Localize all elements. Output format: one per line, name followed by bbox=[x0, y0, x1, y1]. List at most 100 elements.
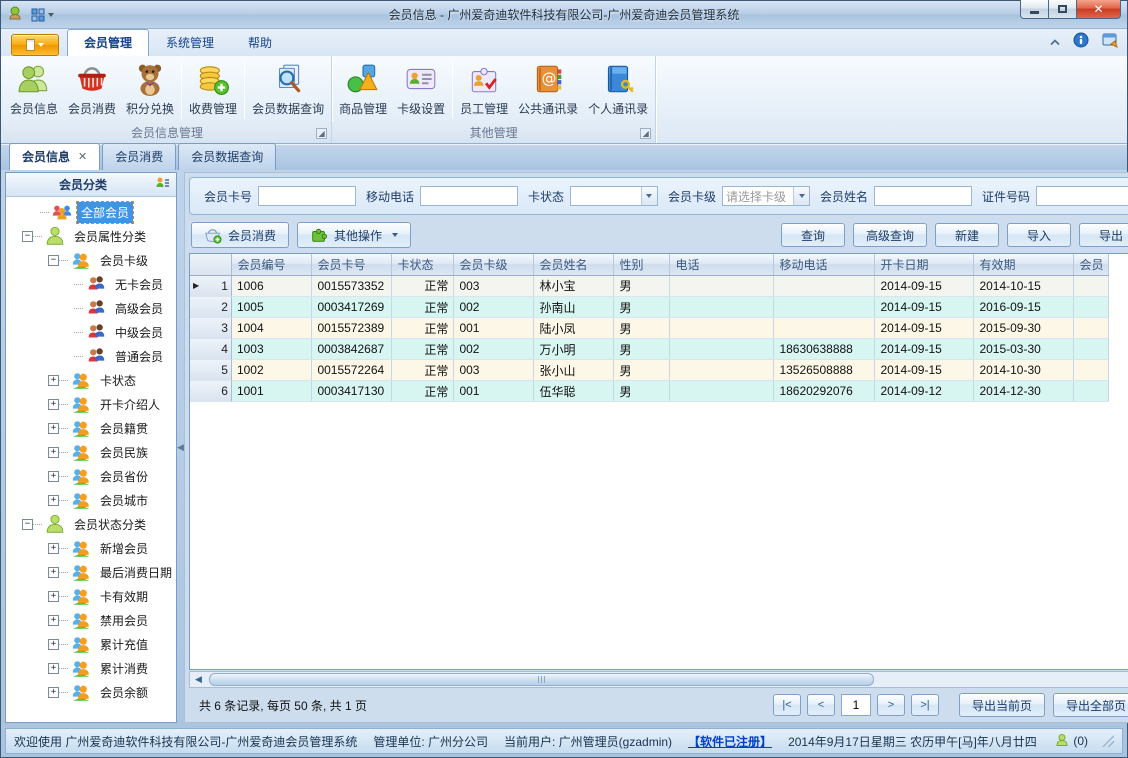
tree-expander-icon[interactable]: + bbox=[48, 662, 59, 674]
tree-item[interactable]: − 会员卡级 bbox=[6, 248, 176, 272]
export-button[interactable]: 导出 bbox=[1079, 223, 1128, 247]
tree-expander-icon[interactable]: + bbox=[48, 590, 59, 602]
tree-expander-icon[interactable]: + bbox=[48, 542, 59, 554]
tree-item[interactable]: + 累计充值 bbox=[6, 632, 176, 656]
column-header[interactable]: 会员卡号 bbox=[311, 254, 393, 276]
page-number-input[interactable] bbox=[841, 694, 871, 716]
collapse-sidebar-icon[interactable]: ◀ bbox=[177, 442, 184, 453]
table-row[interactable]: 2 1005 0003417269 正常 002 孙南山男 2014-09-15 2016-0… bbox=[189, 296, 1110, 318]
horizontal-scrollbar[interactable]: ◀ ▶ bbox=[188, 671, 1128, 688]
minimize-button[interactable] bbox=[1020, 0, 1049, 19]
tree-item[interactable]: + 卡有效期 bbox=[6, 584, 176, 608]
close-tab-icon[interactable]: ✕ bbox=[78, 150, 87, 163]
tree-item[interactable]: + 开卡介绍人 bbox=[6, 392, 176, 416]
fee-management-button[interactable]: 收费管理 bbox=[184, 58, 242, 122]
tree-item[interactable]: + 新增会员 bbox=[6, 536, 176, 560]
dialog-launcher-icon[interactable]: ◢ bbox=[640, 128, 652, 139]
tree-item[interactable]: + 会员余额 bbox=[6, 680, 176, 704]
tree-expander-icon[interactable]: + bbox=[48, 422, 59, 434]
last-page-button[interactable]: >| bbox=[911, 694, 939, 716]
consume-button[interactable]: 会员消费 bbox=[190, 222, 289, 248]
member-info-button[interactable]: 会员信息 bbox=[5, 58, 63, 122]
points-exchange-button[interactable]: 积分兑换 bbox=[121, 58, 179, 122]
export-all-pages-button[interactable]: 导出全部页 bbox=[1053, 693, 1128, 717]
public-contacts-button[interactable]: @ 公共通讯录 bbox=[513, 58, 583, 122]
tree-expander-icon[interactable]: + bbox=[48, 566, 59, 578]
tree-expander-icon[interactable]: + bbox=[48, 398, 59, 410]
application-menu-button[interactable] bbox=[11, 34, 59, 56]
card-level-select[interactable]: 请选择卡级 bbox=[722, 186, 810, 206]
tree-expander-icon[interactable]: + bbox=[48, 374, 59, 386]
tree-item[interactable]: − 会员状态分类 bbox=[6, 512, 176, 536]
tree-expander-icon[interactable]: + bbox=[48, 470, 59, 482]
dropdown-icon[interactable] bbox=[640, 187, 657, 205]
tree-expander-icon[interactable]: + bbox=[48, 494, 59, 506]
tree-expander-icon[interactable]: − bbox=[22, 518, 33, 530]
id-number-input[interactable] bbox=[1036, 186, 1128, 206]
card-status-select[interactable] bbox=[569, 186, 658, 206]
doc-tab-member-consume[interactable]: 会员消费 bbox=[102, 143, 177, 170]
personal-contacts-button[interactable]: 个人通讯录 bbox=[583, 58, 653, 122]
help-icon[interactable] bbox=[1101, 32, 1119, 51]
registered-link[interactable]: 【软件已注册】 bbox=[688, 733, 772, 750]
column-header[interactable]: 有效期 bbox=[973, 254, 1075, 276]
goods-management-button[interactable]: 商品管理 bbox=[334, 58, 392, 122]
advanced-query-button[interactable]: 高级查询 bbox=[853, 223, 928, 247]
table-row[interactable]: 5 1002 0015572264 正常 003 张小山男 13526508888 2014-… bbox=[189, 359, 1110, 381]
column-header[interactable]: 开卡日期 bbox=[874, 254, 975, 276]
tree-item[interactable]: + 会员民族 bbox=[6, 440, 176, 464]
column-header[interactable]: 电话 bbox=[669, 254, 775, 276]
next-page-button[interactable]: > bbox=[877, 694, 905, 716]
table-row[interactable]: 4 1003 0003842687 正常 002 万小明男 18630638888 2014-… bbox=[189, 338, 1110, 360]
column-header[interactable]: 会员编号 bbox=[231, 254, 313, 276]
column-header[interactable]: 会员姓名 bbox=[533, 254, 615, 276]
tree-expander-icon[interactable]: + bbox=[48, 446, 59, 458]
tree-item[interactable]: + 卡状态 bbox=[6, 368, 176, 392]
tab-member-management[interactable]: 会员管理 bbox=[67, 29, 150, 56]
column-header[interactable]: 会员卡级 bbox=[453, 254, 535, 276]
tree-item[interactable]: + 累计消费 bbox=[6, 656, 176, 680]
prev-page-button[interactable]: < bbox=[807, 694, 835, 716]
close-button[interactable]: ✕ bbox=[1077, 0, 1121, 19]
import-button[interactable]: 导入 bbox=[1007, 223, 1072, 247]
tab-system-management[interactable]: 系统管理 bbox=[149, 29, 231, 56]
mobile-phone-input[interactable] bbox=[419, 186, 518, 206]
tab-help[interactable]: 帮助 bbox=[231, 29, 289, 56]
table-row[interactable]: 3 1004 0015572389 正常 001 陆小凤男 2014-09-15 2015-0… bbox=[189, 317, 1110, 339]
tree-item[interactable]: + 最后消费日期 bbox=[6, 560, 176, 584]
staff-management-button[interactable]: 员工管理 bbox=[455, 58, 513, 122]
tree-item[interactable]: 高级会员 bbox=[6, 296, 176, 320]
doc-tab-member-info[interactable]: 会员信息 ✕ bbox=[9, 143, 101, 170]
query-button[interactable]: 查询 bbox=[781, 223, 846, 247]
tree-item[interactable]: 全部会员 bbox=[6, 200, 176, 224]
tree-item[interactable]: − 会员属性分类 bbox=[6, 224, 176, 248]
scroll-left-icon[interactable]: ◀ bbox=[190, 672, 207, 687]
other-operations-button[interactable]: 其他操作 bbox=[296, 222, 411, 248]
tree-expander-icon[interactable]: + bbox=[48, 614, 59, 626]
tree-expander-icon[interactable]: − bbox=[48, 254, 59, 266]
tree-item[interactable]: 中级会员 bbox=[6, 320, 176, 344]
info-icon[interactable] bbox=[1073, 32, 1089, 51]
scrollbar-thumb[interactable] bbox=[208, 673, 875, 686]
tree-item[interactable]: + 禁用会员 bbox=[6, 608, 176, 632]
member-card-no-input[interactable] bbox=[257, 186, 356, 206]
first-page-button[interactable]: |< bbox=[773, 694, 801, 716]
member-data-query-button[interactable]: 会员数据查询 bbox=[247, 58, 329, 122]
sidebar-splitter[interactable]: ◀ bbox=[177, 172, 184, 723]
card-level-settings-button[interactable]: 卡级设置 bbox=[392, 58, 450, 122]
tree-expander-icon[interactable]: + bbox=[48, 638, 59, 650]
export-current-page-button[interactable]: 导出当前页 bbox=[959, 693, 1046, 717]
column-header[interactable]: 会员 bbox=[1073, 254, 1110, 276]
quick-access-icon[interactable] bbox=[31, 8, 54, 22]
resize-grip[interactable] bbox=[1102, 735, 1114, 747]
tree-item[interactable]: + 会员城市 bbox=[6, 488, 176, 512]
tree-item[interactable]: + 会员籍贯 bbox=[6, 416, 176, 440]
member-consume-button[interactable]: 会员消费 bbox=[63, 58, 121, 122]
tree-item[interactable]: 普通会员 bbox=[6, 344, 176, 368]
column-header[interactable]: 卡状态 bbox=[391, 254, 455, 276]
table-row[interactable]: 6 1001 0003417130 正常 001 伍华聪男 18620292076 2014-… bbox=[189, 380, 1110, 402]
tree-item[interactable]: + 会员省份 bbox=[6, 464, 176, 488]
tree-expander-icon[interactable]: − bbox=[22, 230, 33, 242]
maximize-button[interactable] bbox=[1049, 0, 1077, 19]
doc-tab-member-data-query[interactable]: 会员数据查询 bbox=[178, 143, 277, 170]
